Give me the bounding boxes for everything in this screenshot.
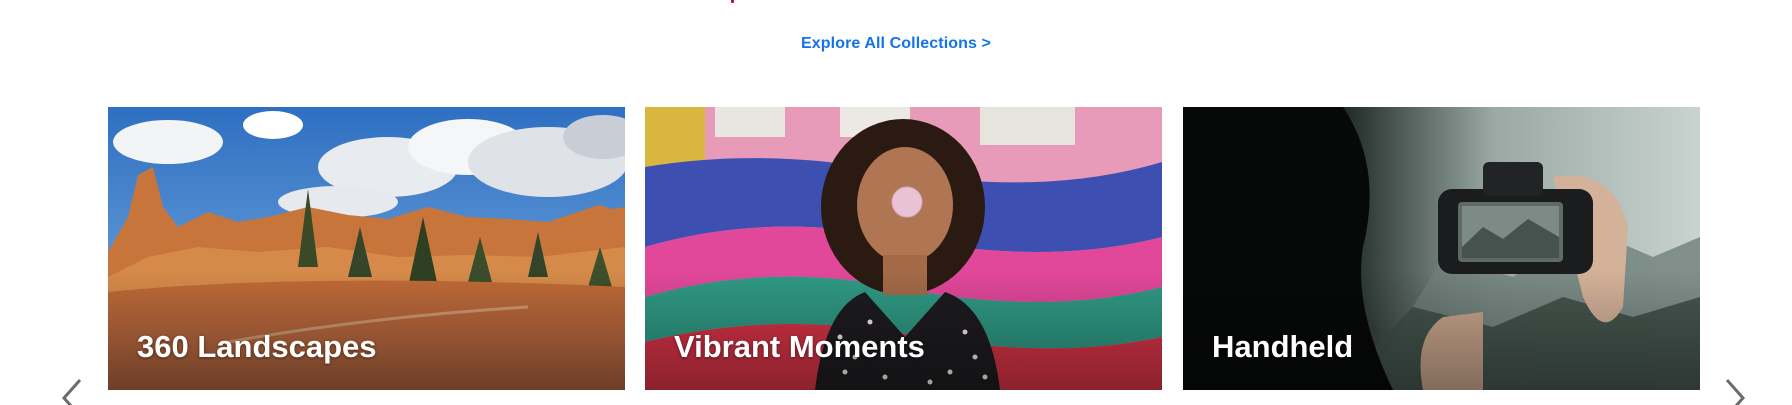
collection-title: 360 Landscapes (137, 329, 377, 364)
divider-mark (731, 0, 734, 3)
collection-card-360-landscapes[interactable]: 360 Landscapes (108, 107, 625, 390)
collections-section: Explore All Collections > 360 Landscapes… (0, 0, 1792, 405)
collection-title: Vibrant Moments (674, 329, 925, 364)
carousel-prev-button[interactable] (54, 378, 94, 405)
collection-title: Handheld (1212, 329, 1354, 364)
collections-carousel: 360 Landscapes Vibrant Moments Handheld (0, 107, 1792, 405)
collection-card-vibrant-moments[interactable]: Vibrant Moments (645, 107, 1162, 390)
chevron-right-icon (1725, 379, 1746, 405)
explore-all-collections-link[interactable]: Explore All Collections > (0, 35, 1792, 53)
chevron-left-icon (61, 379, 82, 405)
carousel-next-button[interactable] (1713, 378, 1753, 405)
collection-card-handheld[interactable]: Handheld (1183, 107, 1700, 390)
